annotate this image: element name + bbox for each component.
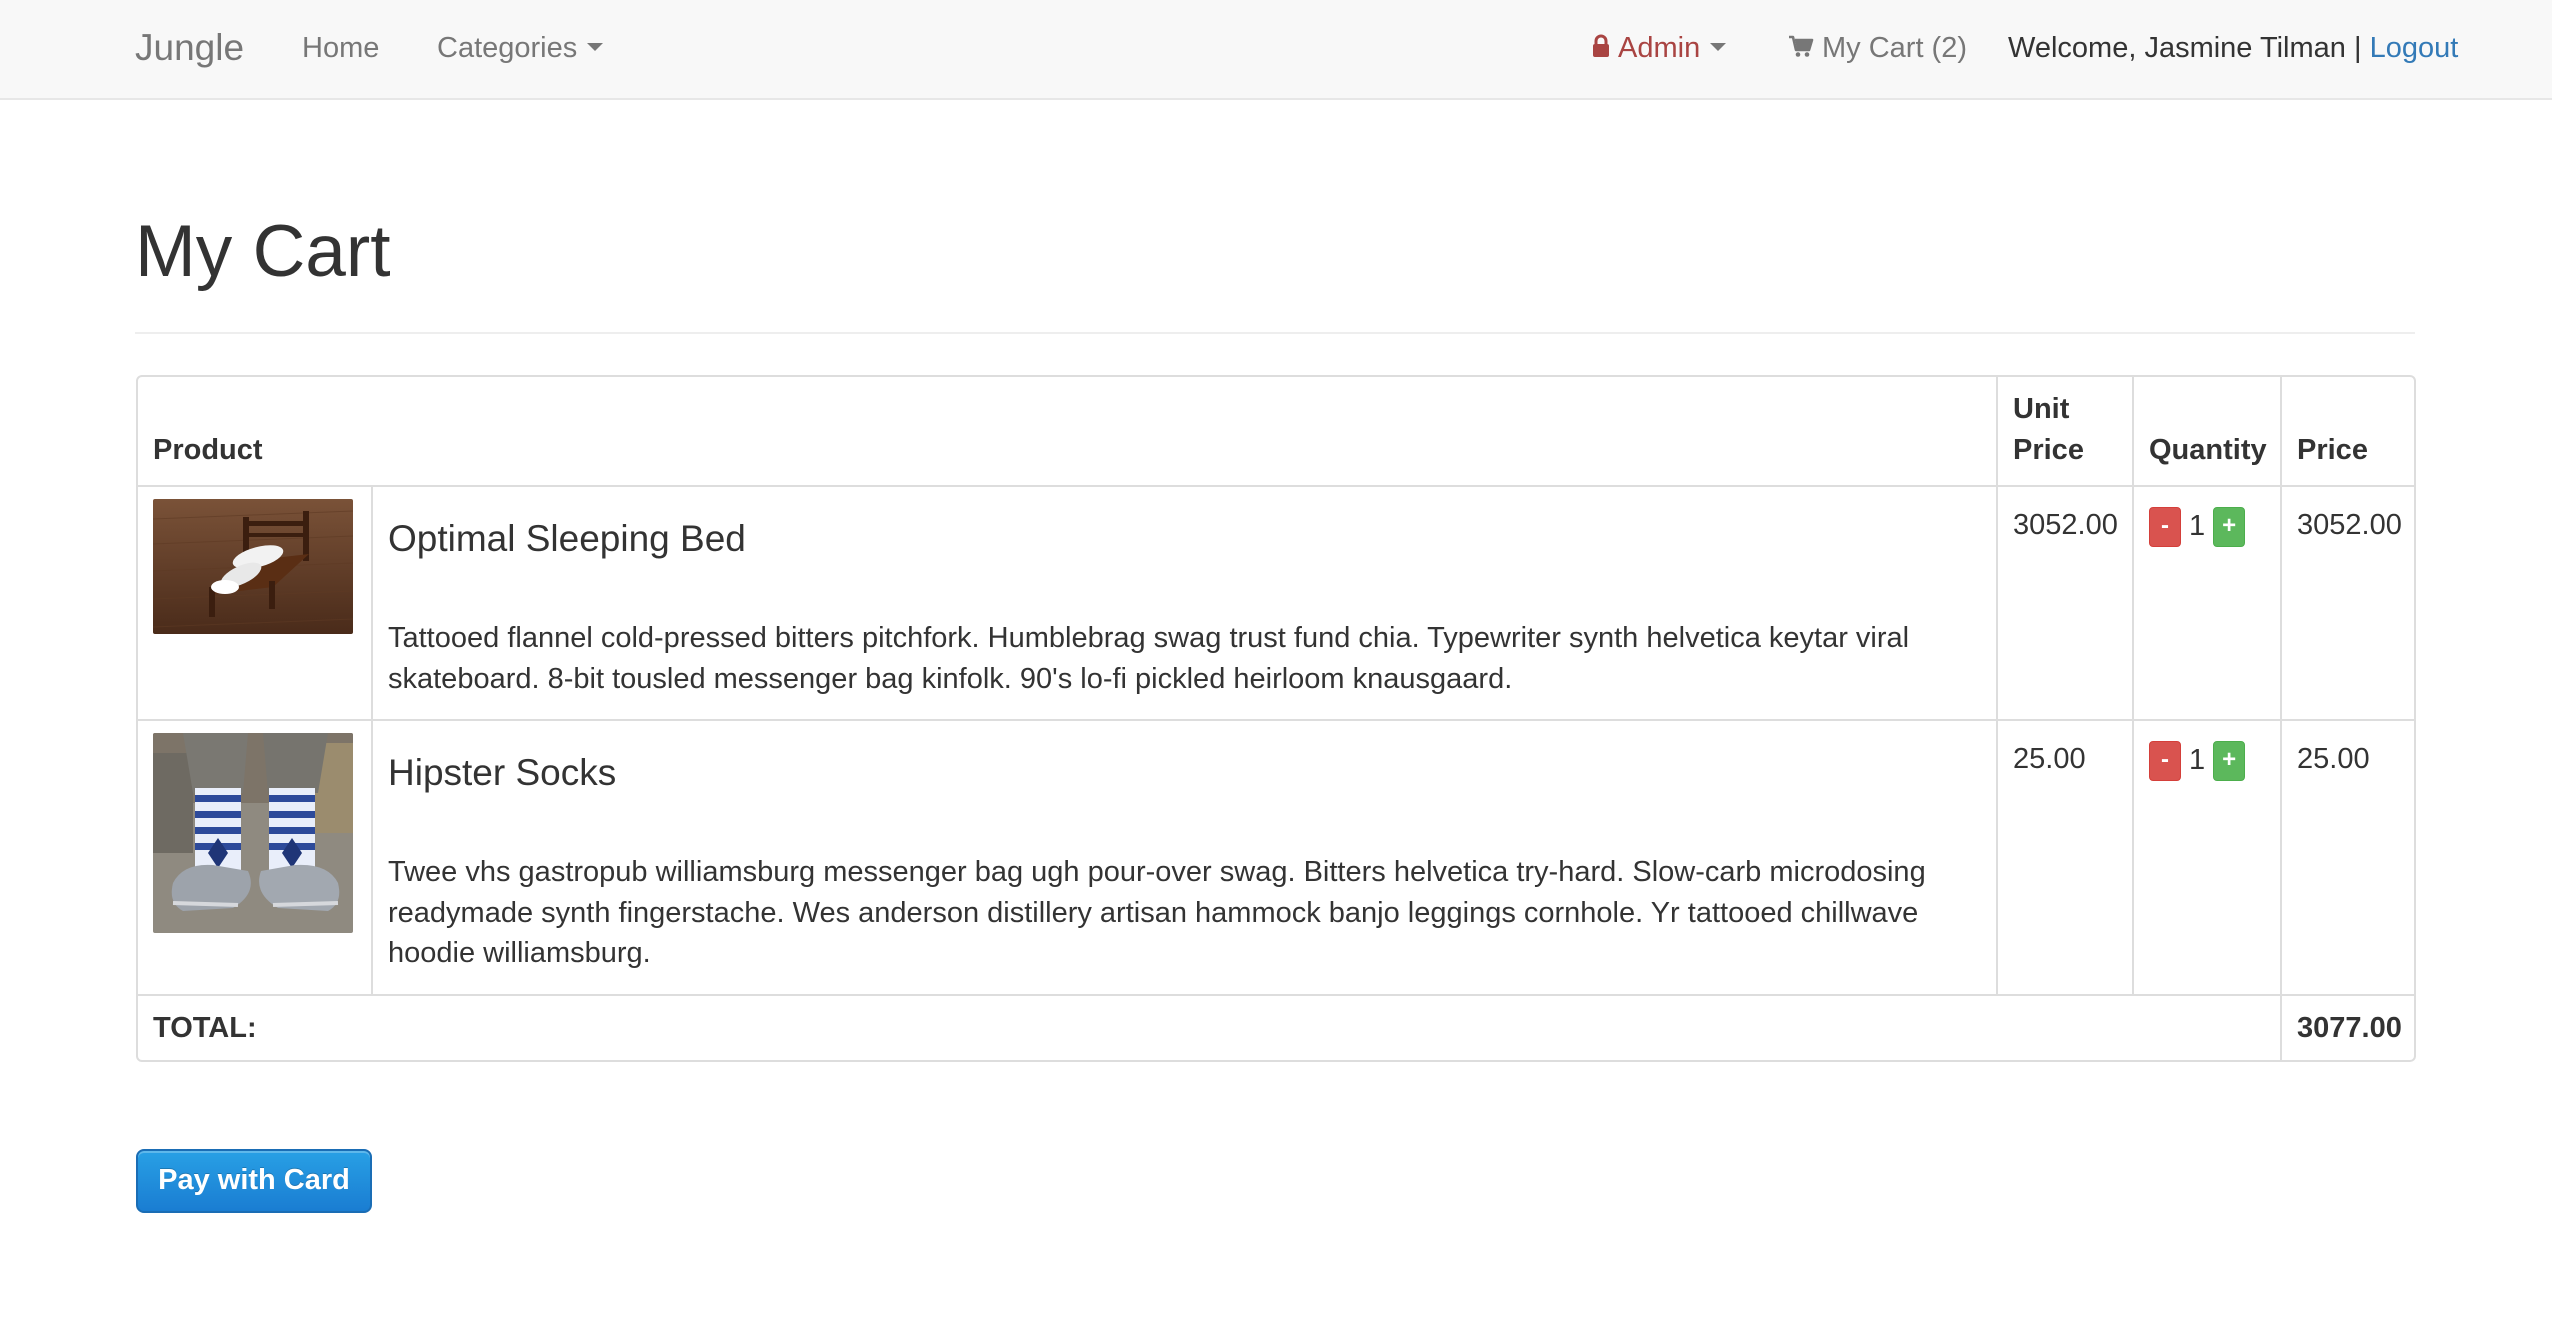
- nav-separator: |: [2345, 32, 2370, 64]
- nav-cart-label: My Cart (2): [1822, 32, 1967, 64]
- nav-categories-dropdown[interactable]: Categories: [437, 28, 604, 69]
- nav-cart-link[interactable]: My Cart (2): [1788, 28, 1967, 69]
- product-image-socks[interactable]: [153, 733, 353, 934]
- total-row: TOTAL: 3077.00: [138, 993, 2414, 1061]
- product-image-cell: [138, 485, 373, 722]
- column-header-unit-price: Unit Price: [1996, 377, 2134, 488]
- decrease-quantity-button[interactable]: -: [2149, 506, 2181, 547]
- line-price-cell: 3052.00: [2280, 485, 2414, 722]
- unit-price-cell: 3052.00: [1996, 485, 2134, 722]
- pay-with-card-button[interactable]: Pay with Card: [136, 1149, 372, 1213]
- total-label: TOTAL:: [138, 993, 2282, 1061]
- product-description: Tattooed flannel cold-pressed bitters pi…: [388, 622, 1910, 695]
- table-row: Optimal Sleeping Bed Tattooed flannel co…: [138, 485, 2414, 722]
- unit-price-header-line1: Unit: [2013, 393, 2070, 425]
- increase-quantity-button[interactable]: +: [2213, 740, 2246, 781]
- product-image-cell: [138, 719, 373, 996]
- cart-table-panel: Product Unit Price Quantity Price Optima…: [136, 375, 2416, 1063]
- welcome-text: Welcome, Jasmine Tilman: [2008, 32, 2346, 64]
- quantity-value: 1: [2189, 510, 2206, 543]
- top-navbar: Jungle Home Categories Admin My Cart (2)…: [0, 0, 2552, 100]
- brand-link[interactable]: Jungle: [135, 22, 244, 74]
- quantity-value: 1: [2189, 744, 2206, 777]
- product-name[interactable]: Optimal Sleeping Bed: [388, 519, 1981, 560]
- nav-admin-dropdown[interactable]: Admin: [1592, 28, 1727, 69]
- lock-icon: [1592, 34, 1610, 58]
- increase-quantity-button[interactable]: +: [2213, 506, 2246, 547]
- product-info-cell: Hipster Socks Twee vhs gastropub william…: [371, 719, 1998, 996]
- nav-categories-label: Categories: [437, 32, 578, 64]
- product-info-cell: Optimal Sleeping Bed Tattooed flannel co…: [371, 485, 1998, 722]
- column-header-price: Price: [2280, 377, 2414, 488]
- caret-down-icon: [1710, 43, 1727, 52]
- total-value: 3077.00: [2280, 993, 2414, 1061]
- column-header-product: Product: [138, 377, 1998, 488]
- product-description: Twee vhs gastropub williamsburg messenge…: [388, 855, 1926, 970]
- nav-admin-label: Admin: [1618, 32, 1701, 64]
- page-header-divider: [135, 332, 2415, 334]
- product-image-bed[interactable]: [153, 499, 353, 635]
- line-price-cell: 25.00: [2280, 719, 2414, 996]
- unit-price-header-line2: Price: [2013, 434, 2084, 467]
- quantity-cell: -1 +: [2132, 485, 2282, 722]
- shopping-cart-icon: [1788, 34, 1814, 58]
- decrease-quantity-button[interactable]: -: [2149, 740, 2181, 781]
- table-row: Hipster Socks Twee vhs gastropub william…: [138, 719, 2414, 996]
- unit-price-cell: 25.00: [1996, 719, 2134, 996]
- caret-down-icon: [587, 43, 604, 52]
- cart-table: Product Unit Price Quantity Price Optima…: [138, 377, 2414, 1061]
- welcome-message: Welcome, Jasmine Tilman | Logout: [2008, 28, 2458, 69]
- table-header-row: Product Unit Price Quantity Price: [138, 377, 2414, 488]
- product-name[interactable]: Hipster Socks: [388, 753, 1981, 794]
- logout-link[interactable]: Logout: [2370, 32, 2459, 64]
- column-header-quantity: Quantity: [2132, 377, 2282, 488]
- page-title: My Cart: [135, 211, 391, 292]
- quantity-cell: -1 +: [2132, 719, 2282, 996]
- nav-home-link[interactable]: Home: [302, 28, 379, 69]
